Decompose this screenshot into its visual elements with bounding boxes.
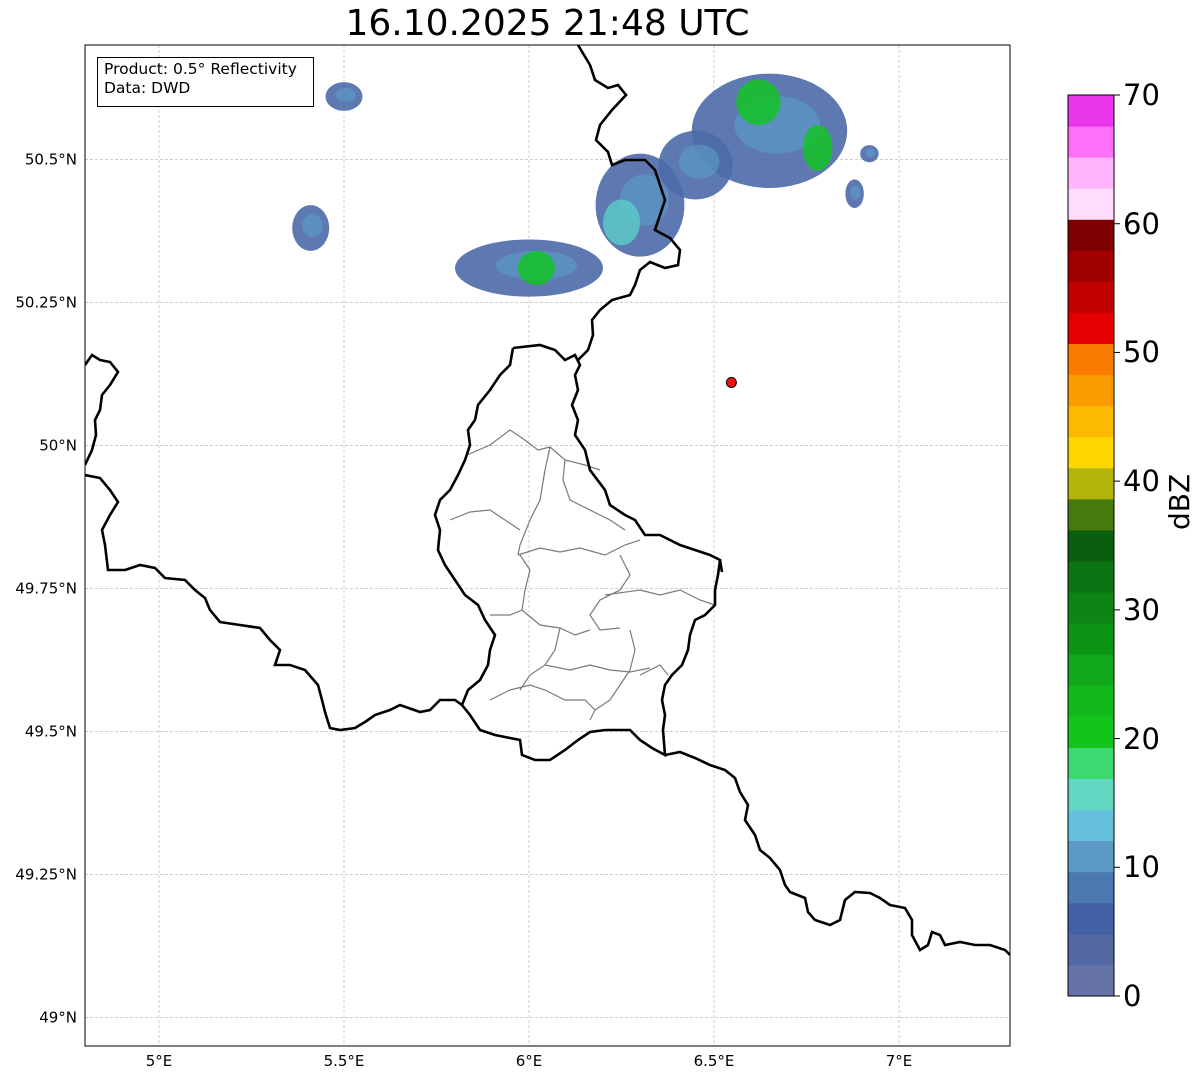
echo-core: [850, 185, 861, 200]
longitude-axis: 5°E 5.5°E 6°E 6.5°E 7°E: [146, 1052, 913, 1070]
colorbar-segment: [1068, 126, 1114, 158]
colorbar-segment: [1068, 281, 1114, 313]
colorbar-segment: [1068, 685, 1114, 717]
colorbar-tick-label: 20: [1123, 721, 1160, 756]
lon-tick-label: 5°E: [146, 1052, 173, 1070]
data-source-label: Data: DWD: [104, 79, 191, 97]
colorbar-segment: [1068, 188, 1114, 220]
colorbar-segment: [1068, 809, 1114, 842]
colorbar-segment: [1068, 312, 1114, 345]
colorbar-tick-label: 30: [1123, 592, 1160, 627]
echo-cell: [517, 250, 555, 286]
colorbar-segment: [1068, 250, 1114, 282]
colorbar-unit-label: dBZ: [1163, 473, 1196, 530]
latitude-axis: 50.5°N 50.25°N 50°N 49.75°N 49.5°N 49.25°N 49°…: [15, 150, 77, 1026]
lat-tick-label: 49.5°N: [25, 722, 77, 740]
colorbar-segment: [1068, 933, 1114, 966]
colorbar-segment: [1068, 654, 1114, 686]
colorbar-segment: [1068, 343, 1114, 376]
colorbar-segment: [1068, 592, 1114, 624]
colorbar-segment: [1068, 219, 1114, 251]
colorbar-segment: [1068, 157, 1114, 189]
colorbar-segment: [1068, 561, 1114, 593]
echo-core: [335, 87, 357, 103]
colorbar-segment: [1068, 964, 1114, 997]
colorbar-segment: [1068, 529, 1114, 562]
echo-cell: [603, 199, 640, 246]
lat-tick-label: 49.25°N: [15, 865, 77, 883]
map-title: 16.10.2025 21:48 UTC: [345, 3, 750, 44]
lat-tick-label: 49.75°N: [15, 579, 77, 597]
colorbar-segment: [1068, 902, 1114, 935]
colorbar-segment: [1068, 747, 1114, 780]
colorbar-segment: [1068, 871, 1114, 904]
colorbar-tick-label: 0: [1123, 979, 1142, 1013]
lat-tick-label: 50.25°N: [15, 293, 77, 311]
lon-tick-label: 6°E: [516, 1052, 543, 1070]
lat-tick-label: 49°N: [39, 1008, 77, 1026]
colorbar-segment: [1068, 405, 1114, 438]
map-background: [85, 45, 1010, 1046]
radar-site-marker: [725, 376, 737, 388]
colorbar-segment: [1068, 95, 1114, 127]
colorbar-tick-label: 40: [1123, 464, 1160, 499]
product-label: Product: 0.5° Reflectivity: [104, 60, 297, 78]
colorbar-tick-label: 70: [1123, 78, 1160, 112]
lon-tick-label: 7°E: [886, 1052, 913, 1070]
colorbar-segment: [1068, 840, 1114, 873]
colorbar: [1067, 94, 1120, 997]
lat-tick-label: 50°N: [39, 436, 77, 454]
echo-cell: [802, 125, 833, 171]
colorbar-segment: [1068, 436, 1114, 469]
echo-core: [865, 148, 876, 158]
colorbar-segment: [1068, 374, 1114, 407]
echo-cell: [736, 79, 781, 126]
lon-tick-label: 6.5°E: [694, 1052, 735, 1070]
colorbar-segment: [1068, 778, 1114, 811]
info-box: Product: 0.5° Reflectivity Data: DWD: [97, 57, 314, 107]
lat-tick-label: 50.5°N: [25, 150, 77, 168]
colorbar-tick-label: 10: [1123, 850, 1160, 885]
colorbar-segment: [1068, 467, 1114, 500]
lon-tick-label: 5.5°E: [324, 1052, 365, 1070]
colorbar-tick-label: 60: [1123, 206, 1160, 241]
colorbar-segment: [1068, 498, 1114, 531]
colorbar-tick-label: 50: [1123, 335, 1160, 370]
radar-map: 5°E 5.5°E 6°E 6.5°E 7°E 50.5°N 50.25°N 50°N 49.…: [15, 44, 1120, 1070]
colorbar-segment: [1068, 623, 1114, 655]
echo-core: [302, 214, 323, 238]
colorbar-segment: [1068, 716, 1114, 748]
echo-core: [678, 144, 720, 179]
